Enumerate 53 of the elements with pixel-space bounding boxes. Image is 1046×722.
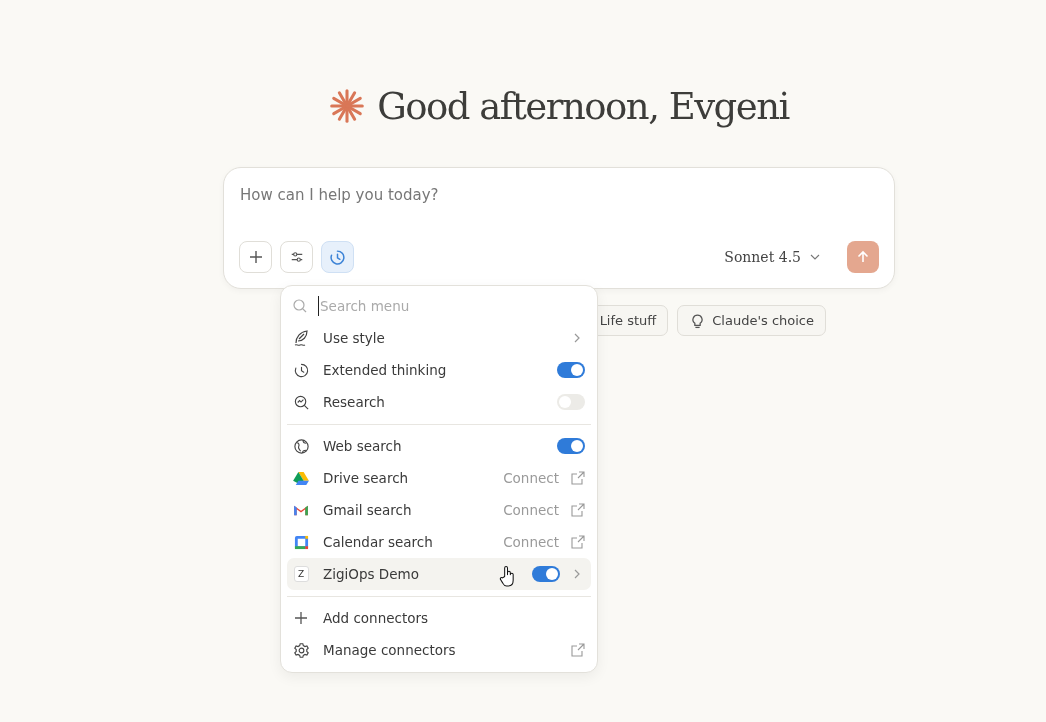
menu-item-label: Drive search (323, 470, 409, 486)
menu-item-label: Use style (323, 330, 385, 346)
sparkle-logo-icon (329, 88, 366, 124)
menu-item-label: Add connectors (323, 610, 429, 626)
menu-item-label: Manage connectors (323, 642, 456, 658)
prompt-field[interactable]: How can I help you today? (239, 182, 879, 208)
clock-icon (329, 248, 346, 266)
toggle-switch[interactable] (557, 394, 585, 410)
menu-item-label: Research (323, 394, 385, 410)
model-selector[interactable]: Sonnet 4.5 (720, 245, 825, 269)
plus-icon (247, 249, 264, 265)
gear-icon (292, 641, 310, 659)
toggle-switch[interactable] (557, 438, 585, 454)
toggle-switch[interactable] (532, 566, 560, 582)
clock-icon (292, 361, 310, 379)
menu-item[interactable]: Extended thinking (287, 354, 591, 386)
menu-item-label: Extended thinking (323, 362, 447, 378)
menu-item-label: Gmail search (323, 502, 412, 518)
external-link-icon (571, 535, 585, 549)
external-link-icon (571, 471, 585, 485)
external-link-icon (571, 503, 585, 517)
globe-icon (292, 437, 310, 455)
chevron-right-icon (572, 568, 582, 580)
mail-logo-icon (293, 504, 309, 516)
menu-item[interactable]: Manage connectors (287, 634, 591, 666)
menu-item[interactable]: Calendar search Connect (287, 526, 591, 558)
add-button[interactable] (239, 241, 272, 273)
menu-item-label: ZigiOps Demo (323, 566, 419, 582)
calendar-icon (293, 534, 309, 550)
menu-item-label: Calendar search (323, 534, 433, 550)
menu-item[interactable]: Research (287, 386, 591, 418)
feather-icon (292, 329, 310, 347)
menu-item[interactable]: Gmail search Connect (287, 494, 591, 526)
menu-item[interactable]: Z ZigiOps Demo (287, 558, 591, 590)
sliders-icon (289, 250, 304, 264)
chevron-right-icon (572, 332, 582, 344)
triangle-logo-icon (293, 471, 309, 485)
search-icon (292, 298, 308, 314)
menu-item[interactable]: Web search (287, 430, 591, 462)
suggestion-chip[interactable]: Claude's choice (677, 305, 826, 336)
hand-cursor-icon (499, 565, 516, 588)
menu-item-label: Web search (323, 438, 402, 454)
menu-item[interactable]: Add connectors (287, 602, 591, 634)
greeting-title: Good afternoon, Evgeni (377, 84, 789, 128)
research-icon (292, 393, 310, 411)
external-link-icon (571, 643, 585, 657)
settings-button[interactable] (280, 241, 313, 273)
plus-icon (293, 610, 309, 626)
tools-button[interactable] (321, 241, 354, 273)
menu-item[interactable]: Drive search Connect (287, 462, 591, 494)
toggle-switch[interactable] (557, 362, 585, 378)
letter-badge: Z (293, 566, 309, 582)
arrow-up-icon (855, 249, 871, 265)
